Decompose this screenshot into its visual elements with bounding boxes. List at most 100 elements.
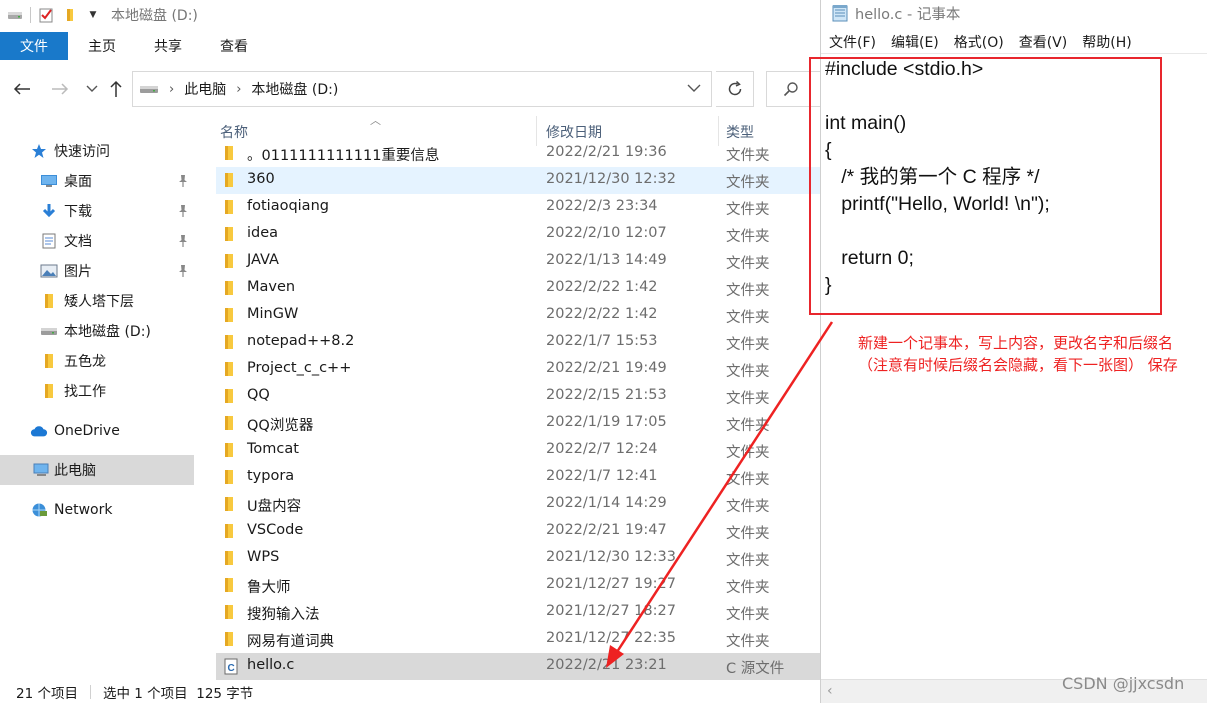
menu-view[interactable]: 查看(V)	[1019, 32, 1068, 52]
file-type: 文件夹	[726, 634, 770, 650]
scroll-left-icon[interactable]: ‹	[827, 683, 833, 699]
file-date: 2021/12/27 19:27	[546, 576, 676, 592]
forward-button[interactable]	[48, 76, 72, 102]
pin-icon[interactable]	[176, 174, 190, 188]
file-name: Tomcat	[247, 441, 299, 457]
refresh-button[interactable]	[716, 71, 754, 107]
folder-icon	[40, 352, 58, 370]
file-type: 文件夹	[726, 391, 770, 407]
customize-toolbar-chevron-icon[interactable]: ▼	[85, 0, 101, 30]
address-bar[interactable]: › 此电脑 › 本地磁盘 (D:)	[132, 71, 712, 107]
tab-file[interactable]: 文件	[0, 32, 68, 60]
file-row[interactable]: WPS 2021/12/30 12:33 文件夹	[216, 545, 820, 572]
file-row[interactable]: idea 2022/2/10 12:07 文件夹	[216, 221, 820, 248]
file-name: 360	[247, 171, 275, 187]
file-date: 2022/2/21 19:49	[546, 360, 667, 376]
menu-file[interactable]: 文件(F)	[829, 32, 876, 52]
pin-icon[interactable]	[176, 234, 190, 248]
pin-icon[interactable]	[176, 204, 190, 218]
pin-icon[interactable]	[176, 264, 190, 278]
breadcrumb-this-pc[interactable]: 此电脑	[184, 79, 226, 99]
column-header-type[interactable]: 类型	[726, 122, 754, 142]
back-arrow-icon	[13, 83, 30, 95]
back-button[interactable]	[10, 76, 34, 102]
file-row[interactable]: U盘内容 2022/1/14 14:29 文件夹	[216, 491, 820, 518]
notepad-icon	[831, 4, 849, 22]
file-type: 文件夹	[726, 175, 770, 191]
nav-quick-access[interactable]: 快速访问	[0, 136, 194, 166]
tab-view[interactable]: 查看	[202, 32, 266, 60]
file-type: 文件夹	[726, 283, 770, 299]
folder-icon	[224, 550, 240, 566]
file-row[interactable]: QQ 2022/2/15 21:53 文件夹	[216, 383, 820, 410]
search-icon	[783, 82, 798, 97]
up-button[interactable]	[104, 76, 128, 102]
file-row[interactable]: Project_c_c++ 2022/2/21 19:49 文件夹	[216, 356, 820, 383]
folder-icon	[224, 496, 240, 512]
file-row[interactable]: VSCode 2022/2/21 19:47 文件夹	[216, 518, 820, 545]
file-row[interactable]: Tomcat 2022/2/7 12:24 文件夹	[216, 437, 820, 464]
folder-icon	[224, 334, 240, 350]
file-list: 。0111111111111重要信息 2022/2/21 19:36 文件夹 360 2…	[216, 140, 820, 680]
nav-documents[interactable]: 文档	[0, 226, 194, 256]
nav-local-disk[interactable]: 本地磁盘 (D:)	[0, 316, 194, 346]
computer-icon	[32, 461, 50, 479]
window-title: 本地磁盘 (D:)	[111, 8, 198, 24]
file-explorer-window: ▼ 本地磁盘 (D:) 文件 主页 共享 查看 › 此电脑 › 本地磁盘 (D:	[0, 0, 820, 703]
tab-home[interactable]: 主页	[70, 32, 134, 60]
file-type: 文件夹	[726, 607, 770, 623]
file-row[interactable]: 网易有道词典 2021/12/27 22:35 文件夹	[216, 626, 820, 653]
file-row[interactable]: MinGW 2022/2/22 1:42 文件夹	[216, 302, 820, 329]
nav-this-pc[interactable]: 此电脑	[0, 455, 194, 485]
file-row[interactable]: JAVA 2022/1/13 14:49 文件夹	[216, 248, 820, 275]
nav-desktop[interactable]: 桌面	[0, 166, 194, 196]
menu-format[interactable]: 格式(O)	[954, 32, 1004, 52]
document-icon	[40, 232, 58, 250]
file-row[interactable]: typora 2022/1/7 12:41 文件夹	[216, 464, 820, 491]
file-row[interactable]: 360 2021/12/30 12:32 文件夹	[216, 167, 820, 194]
folder-icon	[224, 577, 240, 593]
file-name: WPS	[247, 549, 280, 565]
menu-help[interactable]: 帮助(H)	[1082, 32, 1131, 52]
file-name: idea	[247, 225, 279, 241]
file-row[interactable]: 。0111111111111重要信息 2022/2/21 19:36 文件夹	[216, 140, 820, 167]
address-dropdown-icon[interactable]	[687, 81, 703, 97]
recent-locations-button[interactable]	[80, 76, 104, 102]
network-icon	[30, 501, 48, 519]
nav-pictures[interactable]: 图片	[0, 256, 194, 286]
properties-check-icon[interactable]	[37, 0, 55, 30]
sort-ascending-icon: ︿	[370, 114, 381, 127]
cloud-icon	[30, 422, 48, 440]
nav-folder-five-dragon[interactable]: 五色龙	[0, 346, 194, 376]
file-date: 2021/12/27 18:27	[546, 603, 676, 619]
nav-downloads[interactable]: 下载	[0, 196, 194, 226]
nav-network[interactable]: Network	[0, 495, 194, 525]
selection-info: 选中 1 个项目 125 字节	[102, 685, 254, 702]
tab-share[interactable]: 共享	[136, 32, 200, 60]
breadcrumb-chevron-icon[interactable]: ›	[236, 82, 241, 97]
breadcrumb-chevron-icon[interactable]: ›	[169, 82, 174, 97]
menu-edit[interactable]: 编辑(E)	[891, 32, 939, 52]
file-row[interactable]: notepad++8.2 2022/1/7 15:53 文件夹	[216, 329, 820, 356]
new-folder-icon[interactable]	[63, 0, 81, 30]
file-row[interactable]: Chello.c 2022/2/21 23:21 C 源文件	[216, 653, 820, 680]
file-row[interactable]: 鲁大师 2021/12/27 19:27 文件夹	[216, 572, 820, 599]
file-type: 文件夹	[726, 148, 770, 164]
nav-onedrive[interactable]: OneDrive	[0, 416, 194, 446]
file-date: 2022/2/21 19:47	[546, 522, 667, 538]
file-row[interactable]: QQ浏览器 2022/1/19 17:05 文件夹	[216, 410, 820, 437]
nav-folder-job-search[interactable]: 找工作	[0, 376, 194, 406]
file-row[interactable]: Maven 2022/2/22 1:42 文件夹	[216, 275, 820, 302]
folder-icon	[40, 292, 58, 310]
file-name: 鲁大师	[247, 580, 291, 596]
breadcrumb-local-disk[interactable]: 本地磁盘 (D:)	[251, 79, 338, 99]
folder-icon	[224, 631, 240, 647]
nav-folder-dwarf-tower[interactable]: 矮人塔下层	[0, 286, 194, 316]
column-header-date[interactable]: 修改日期	[546, 122, 602, 142]
drive-icon[interactable]	[6, 0, 24, 30]
file-row[interactable]: fotiaoqiang 2022/2/3 23:34 文件夹	[216, 194, 820, 221]
file-type: 文件夹	[726, 229, 770, 245]
folder-icon	[224, 172, 240, 188]
column-header-name[interactable]: 名称	[220, 122, 248, 142]
file-row[interactable]: 搜狗输入法 2021/12/27 18:27 文件夹	[216, 599, 820, 626]
